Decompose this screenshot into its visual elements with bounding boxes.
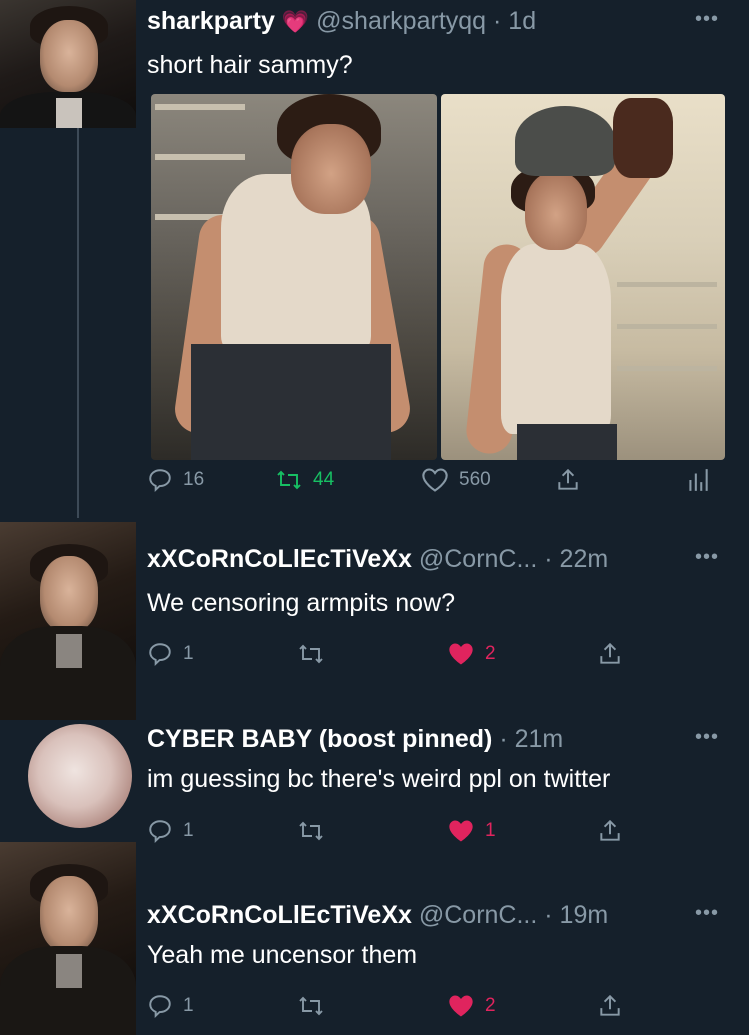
like-count: 2 xyxy=(485,643,496,664)
timestamp[interactable]: · 19m xyxy=(544,901,608,929)
display-name[interactable]: xXCoRnCoLlEcTiVeXx xyxy=(147,545,412,573)
tweet-1[interactable]: sharkparty 💗 @sharkpartyqq · 1d ••• shor… xyxy=(0,0,749,518)
more-icon[interactable]: ••• xyxy=(695,902,719,925)
display-name[interactable]: xXCoRnCoLlEcTiVeXx xyxy=(147,901,412,929)
tweet-image-2[interactable] xyxy=(441,94,725,460)
heart-emoji: 💗 xyxy=(281,9,310,34)
reply-button[interactable]: 16 xyxy=(147,464,204,496)
analytics-icon xyxy=(689,469,708,491)
reply-button[interactable]: 1 xyxy=(147,990,194,1022)
like-button[interactable]: 2 xyxy=(447,638,496,670)
user-handle[interactable]: @sharkpartyqq xyxy=(316,7,486,35)
reply-icon xyxy=(149,820,171,844)
avatar[interactable] xyxy=(0,842,136,1035)
retweet-count: 44 xyxy=(313,469,335,490)
retweet-button[interactable] xyxy=(297,638,325,670)
reply-icon xyxy=(149,995,171,1019)
timestamp[interactable]: · 22m xyxy=(544,545,608,573)
retweet-icon xyxy=(299,644,323,664)
like-count: 1 xyxy=(485,820,496,841)
like-count: 2 xyxy=(485,995,496,1016)
tweet-header: xXCoRnCoLlEcTiVeXx @CornC... · 22m xyxy=(147,544,608,574)
reply-icon xyxy=(149,643,171,667)
share-icon xyxy=(600,642,620,664)
thread-connector xyxy=(77,128,79,518)
share-icon xyxy=(600,994,620,1016)
tweet-actions: 1 2 xyxy=(147,638,727,670)
tweet-2[interactable]: xXCoRnCoLlEcTiVeXx @CornC... · 22m ••• W… xyxy=(0,518,749,720)
tweet-4[interactable]: xXCoRnCoLlEcTiVeXx @CornC... · 19m ••• Y… xyxy=(0,842,749,1035)
tweet-actions: 16 44 560 xyxy=(147,464,727,496)
like-button[interactable]: 560 xyxy=(421,464,491,496)
display-name[interactable]: CYBER BABY (boost pinned) xyxy=(147,725,492,753)
tweet-header: xXCoRnCoLlEcTiVeXx @CornC... · 19m xyxy=(147,900,608,930)
user-handle[interactable]: @CornC... xyxy=(419,901,537,929)
share-button[interactable] xyxy=(597,990,623,1022)
share-button[interactable] xyxy=(555,464,581,496)
share-icon xyxy=(600,819,620,841)
retweet-button[interactable] xyxy=(297,990,325,1022)
display-name[interactable]: sharkparty xyxy=(147,7,275,35)
tweet-header: sharkparty 💗 @sharkpartyqq · 1d xyxy=(147,6,536,37)
like-icon xyxy=(422,468,448,492)
avatar[interactable] xyxy=(0,0,136,128)
reply-count: 16 xyxy=(183,469,205,490)
tweet-text: im guessing bc there's weird ppl on twit… xyxy=(147,765,611,793)
analytics-button[interactable] xyxy=(687,464,709,496)
reply-icon xyxy=(149,469,171,493)
tweet-image-1[interactable] xyxy=(151,94,437,460)
timestamp[interactable]: · 1d xyxy=(493,7,536,35)
retweet-icon xyxy=(277,470,301,490)
retweet-icon xyxy=(299,821,323,841)
tweet-text: short hair sammy? xyxy=(147,51,353,79)
share-icon xyxy=(558,468,578,490)
retweet-button[interactable]: 44 xyxy=(275,464,334,496)
reply-count: 1 xyxy=(183,643,194,664)
more-icon[interactable]: ••• xyxy=(695,726,719,749)
tweet-text: We censoring armpits now? xyxy=(147,589,456,617)
like-icon xyxy=(449,995,473,1017)
reply-button[interactable]: 1 xyxy=(147,638,194,670)
retweet-icon xyxy=(299,996,323,1016)
like-button[interactable]: 2 xyxy=(447,990,496,1022)
avatar[interactable] xyxy=(0,522,136,720)
more-icon[interactable]: ••• xyxy=(695,8,719,31)
like-count: 560 xyxy=(459,469,491,490)
like-icon xyxy=(449,820,473,842)
tweet-3[interactable]: CYBER BABY (boost pinned) · 21m ••• im g… xyxy=(0,718,749,848)
tweet-text: Yeah me uncensor them xyxy=(147,941,418,969)
share-button[interactable] xyxy=(597,638,623,670)
more-icon[interactable]: ••• xyxy=(695,546,719,569)
tweet-header: CYBER BABY (boost pinned) · 21m xyxy=(147,724,563,754)
reply-count: 1 xyxy=(183,995,194,1016)
user-handle[interactable]: @CornC... xyxy=(419,545,537,573)
reply-count: 1 xyxy=(183,820,194,841)
like-icon xyxy=(449,643,473,665)
timestamp[interactable]: · 21m xyxy=(499,725,563,753)
avatar[interactable] xyxy=(28,724,132,828)
tweet-actions: 1 2 xyxy=(147,990,727,1022)
